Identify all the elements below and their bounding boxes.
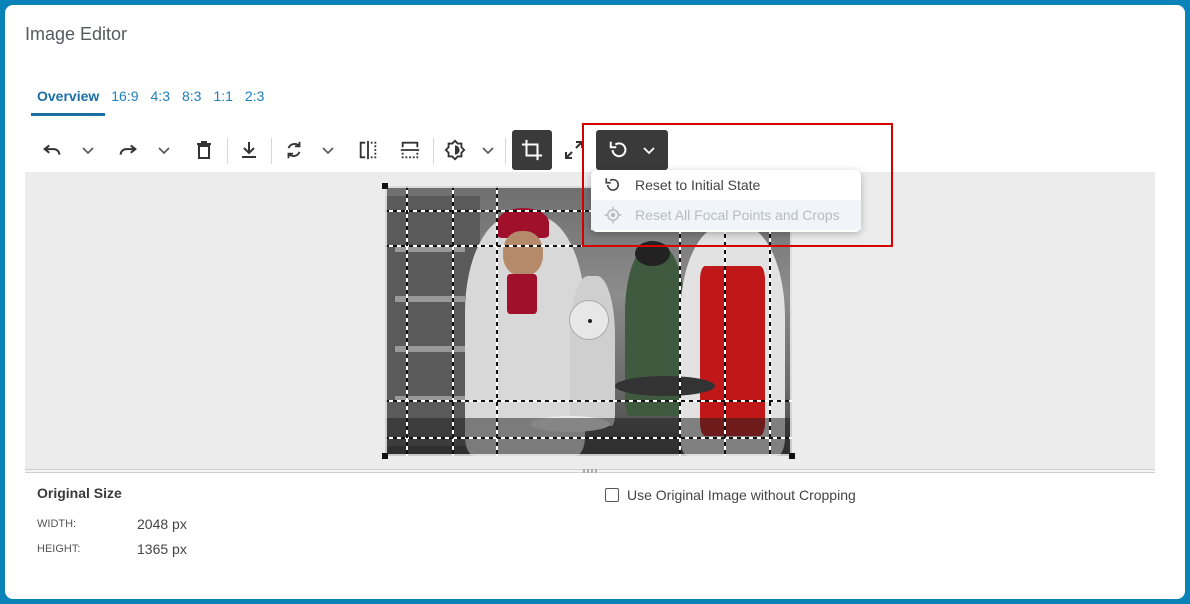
- tab-overview[interactable]: Overview: [31, 86, 106, 116]
- height-value: 1365 px: [137, 541, 187, 557]
- download-icon: [239, 140, 259, 160]
- flip-horizontal-icon: [357, 139, 379, 161]
- page-title: Image Editor: [25, 24, 128, 44]
- tab-8-3[interactable]: 8:3: [176, 86, 207, 116]
- crop-icon: [521, 139, 543, 161]
- rotate-button[interactable]: [279, 130, 309, 170]
- filter-button[interactable]: [439, 130, 471, 170]
- chevron-down-icon: [321, 143, 335, 157]
- undo-icon: [41, 139, 63, 161]
- crop-handle-bottom-left[interactable]: [382, 453, 388, 459]
- flip-horizontal-button[interactable]: [353, 130, 383, 170]
- crop-handle-top-left[interactable]: [382, 183, 388, 189]
- checkbox-label: Use Original Image without Cropping: [627, 487, 856, 503]
- redo-icon: [117, 139, 139, 161]
- resize-grip-icon[interactable]: [583, 469, 597, 473]
- height-label: HEIGHT:: [37, 543, 81, 555]
- flip-vertical-icon: [399, 139, 421, 161]
- use-original-image-checkbox[interactable]: Use Original Image without Cropping: [605, 487, 856, 503]
- tab-16-9[interactable]: 16:9: [105, 86, 144, 116]
- annotation-highlight-box: [582, 123, 893, 247]
- toolbar-separator: [505, 138, 506, 164]
- toolbar-separator: [433, 138, 434, 164]
- filter-options-button[interactable]: [475, 130, 501, 170]
- download-button[interactable]: [234, 130, 264, 170]
- delete-button[interactable]: [189, 130, 219, 170]
- chevron-down-icon: [81, 143, 95, 157]
- chevron-down-icon: [157, 143, 171, 157]
- focal-point-marker[interactable]: [569, 300, 609, 340]
- delete-icon: [194, 140, 214, 160]
- toolbar-separator: [271, 138, 272, 164]
- rotate-options-button[interactable]: [315, 130, 341, 170]
- aspect-ratio-tabs: Overview 16:9 4:3 8:3 1:1 2:3: [31, 86, 270, 116]
- crop-button[interactable]: [512, 130, 552, 170]
- chevron-down-icon: [481, 143, 495, 157]
- filter-icon: [444, 139, 466, 161]
- undo-button[interactable]: [35, 130, 69, 170]
- flip-vertical-button[interactable]: [395, 130, 425, 170]
- width-label: WIDTH:: [37, 518, 77, 530]
- tab-4-3[interactable]: 4:3: [145, 86, 176, 116]
- undo-history-button[interactable]: [75, 130, 101, 170]
- tab-2-3[interactable]: 2:3: [239, 86, 270, 116]
- redo-history-button[interactable]: [151, 130, 177, 170]
- crop-handle-bottom-right[interactable]: [789, 453, 795, 459]
- tab-1-1[interactable]: 1:1: [207, 86, 238, 116]
- checkbox-box[interactable]: [605, 488, 619, 502]
- expand-icon: [564, 140, 584, 160]
- redo-button[interactable]: [111, 130, 145, 170]
- width-value: 2048 px: [137, 516, 187, 532]
- original-size-title: Original Size: [37, 485, 122, 501]
- editor-toolbar: [31, 130, 671, 170]
- rotate-icon: [283, 139, 305, 161]
- toolbar-separator: [227, 138, 228, 164]
